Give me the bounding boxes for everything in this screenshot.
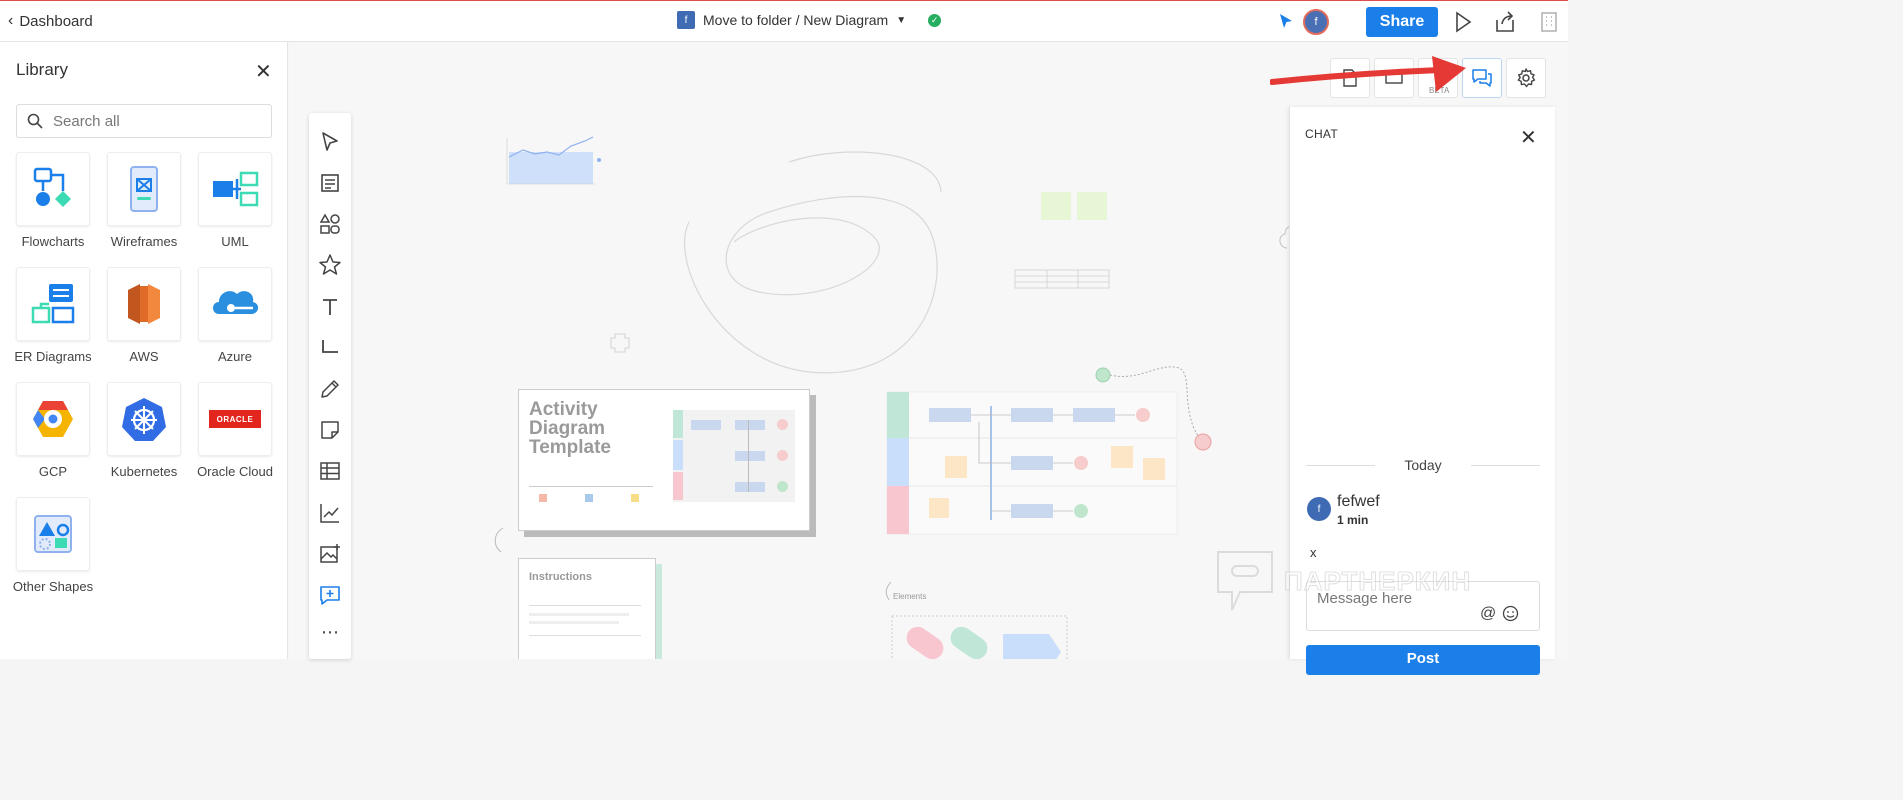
pen-icon[interactable]	[318, 377, 342, 401]
azure-icon	[213, 291, 259, 314]
library-item-azure[interactable]: Azure	[190, 267, 280, 364]
library-item-other-shapes[interactable]: Other Shapes	[8, 497, 98, 594]
building-icon[interactable]	[1537, 10, 1561, 34]
watermark-logo-icon	[1217, 551, 1273, 611]
present-play-icon[interactable]	[1451, 10, 1475, 34]
folder-badge: f	[677, 11, 695, 29]
chevron-left-icon: ‹	[8, 12, 14, 29]
library-item-label: ER Diagrams	[14, 349, 92, 364]
table-icon[interactable]	[318, 459, 342, 483]
avatar: f	[1307, 497, 1331, 521]
templates-icon[interactable]	[318, 171, 342, 195]
back-label: Dashboard	[19, 12, 93, 30]
library-item-flowcharts[interactable]: Flowcharts	[8, 152, 98, 249]
sticky-note-icon[interactable]	[318, 418, 342, 442]
library-item-er-diagrams[interactable]: ER Diagrams	[8, 267, 98, 364]
close-icon[interactable]: ✕	[255, 59, 272, 84]
annotation-arrow	[1270, 56, 1466, 92]
day-divider-label: Today	[1375, 457, 1471, 473]
search-placeholder: Search all	[53, 112, 120, 130]
export-icon[interactable]	[1493, 10, 1517, 34]
library-item-label: AWS	[129, 349, 159, 364]
kubernetes-icon	[122, 398, 166, 441]
wireframe-icon	[130, 166, 158, 212]
star-icon[interactable]	[318, 253, 342, 277]
select-pointer-icon[interactable]	[318, 130, 342, 154]
more-icon[interactable]: ⋯	[318, 623, 342, 649]
watermark-text: ПАРТНЕРКИН	[1283, 565, 1472, 596]
aws-icon	[128, 284, 160, 324]
other-shapes-icon	[34, 515, 72, 553]
library-item-label: Flowcharts	[21, 234, 85, 249]
top-bar: ‹ Dashboard f Move to folder / New Diagr…	[0, 0, 1568, 42]
settings-button[interactable]	[1506, 58, 1546, 98]
watermark: ПАРТНЕРКИН	[1214, 548, 1471, 614]
gcp-icon	[33, 401, 73, 437]
instructions-card[interactable]: Instructions	[518, 558, 656, 659]
flowchart-icon	[33, 167, 71, 207]
library-item-wireframes[interactable]: Wireframes	[99, 152, 189, 249]
gear-icon	[1517, 68, 1536, 88]
library-item-label: Azure	[218, 349, 252, 364]
library-item-uml[interactable]: UML	[190, 152, 280, 249]
activity-template-title: Activity Diagram Template	[529, 399, 612, 458]
post-button[interactable]: Post	[1306, 645, 1540, 675]
oracle-logo-text: ORACLE	[216, 414, 254, 424]
library-search-input[interactable]: Search all	[16, 104, 272, 138]
library-item-oracle-cloud[interactable]: ORACLE Oracle Cloud	[190, 382, 280, 479]
search-icon	[27, 113, 43, 129]
swimlane-diagram	[886, 391, 1178, 535]
connector-icon[interactable]	[318, 336, 342, 360]
mini-chart-thumbnail	[506, 136, 601, 185]
diagram-path: Move to folder / New Diagram	[703, 12, 889, 28]
follow-cursor-icon[interactable]	[1278, 13, 1294, 29]
chart-icon[interactable]	[318, 501, 342, 525]
text-icon[interactable]	[318, 295, 342, 319]
library-item-aws[interactable]: AWS	[99, 267, 189, 364]
oracle-icon: ORACLE	[209, 410, 261, 428]
mention-button[interactable]: @	[1480, 605, 1496, 623]
share-button[interactable]: Share	[1366, 7, 1438, 37]
emoji-icon[interactable]	[1502, 605, 1519, 622]
library-item-label: Wireframes	[110, 234, 178, 249]
library-item-label: Oracle Cloud	[197, 464, 273, 479]
library-item-label: Other Shapes	[12, 579, 94, 594]
activity-template-card[interactable]: Activity Diagram Template	[518, 389, 810, 531]
er-diagram-icon	[31, 284, 75, 324]
elements-label: Elements	[893, 592, 927, 601]
add-comment-icon[interactable]	[318, 583, 342, 607]
library-item-gcp[interactable]: GCP	[8, 382, 98, 479]
library-item-label: UML	[221, 234, 249, 249]
library-title: Library	[16, 60, 68, 79]
message-author: fefwef	[1337, 493, 1380, 510]
library-panel: Library ✕ Search all Flowcharts Wirefram…	[0, 42, 288, 659]
message-time: 1 min	[1337, 513, 1369, 527]
saved-check-icon: ✓	[928, 13, 942, 27]
library-item-kubernetes[interactable]: Kubernetes	[99, 382, 189, 479]
activity-template-preview	[673, 410, 795, 502]
library-item-label: GCP	[38, 464, 68, 479]
library-item-label: Kubernetes	[110, 464, 178, 479]
uml-icon	[213, 171, 259, 207]
diagram-title-menu[interactable]: f Move to folder / New Diagram ▼ ✓	[677, 11, 942, 29]
user-avatar[interactable]: f	[1303, 9, 1329, 35]
chat-title: CHAT	[1305, 127, 1338, 141]
back-to-dashboard-link[interactable]: ‹ Dashboard	[8, 12, 93, 30]
close-icon[interactable]: ✕	[1520, 125, 1537, 150]
tools-toolbar: ⋯	[309, 113, 351, 659]
image-icon[interactable]	[318, 542, 342, 566]
caret-down-icon: ▼	[896, 14, 907, 26]
shapes-icon[interactable]	[318, 212, 342, 236]
instructions-title: Instructions	[529, 571, 592, 583]
